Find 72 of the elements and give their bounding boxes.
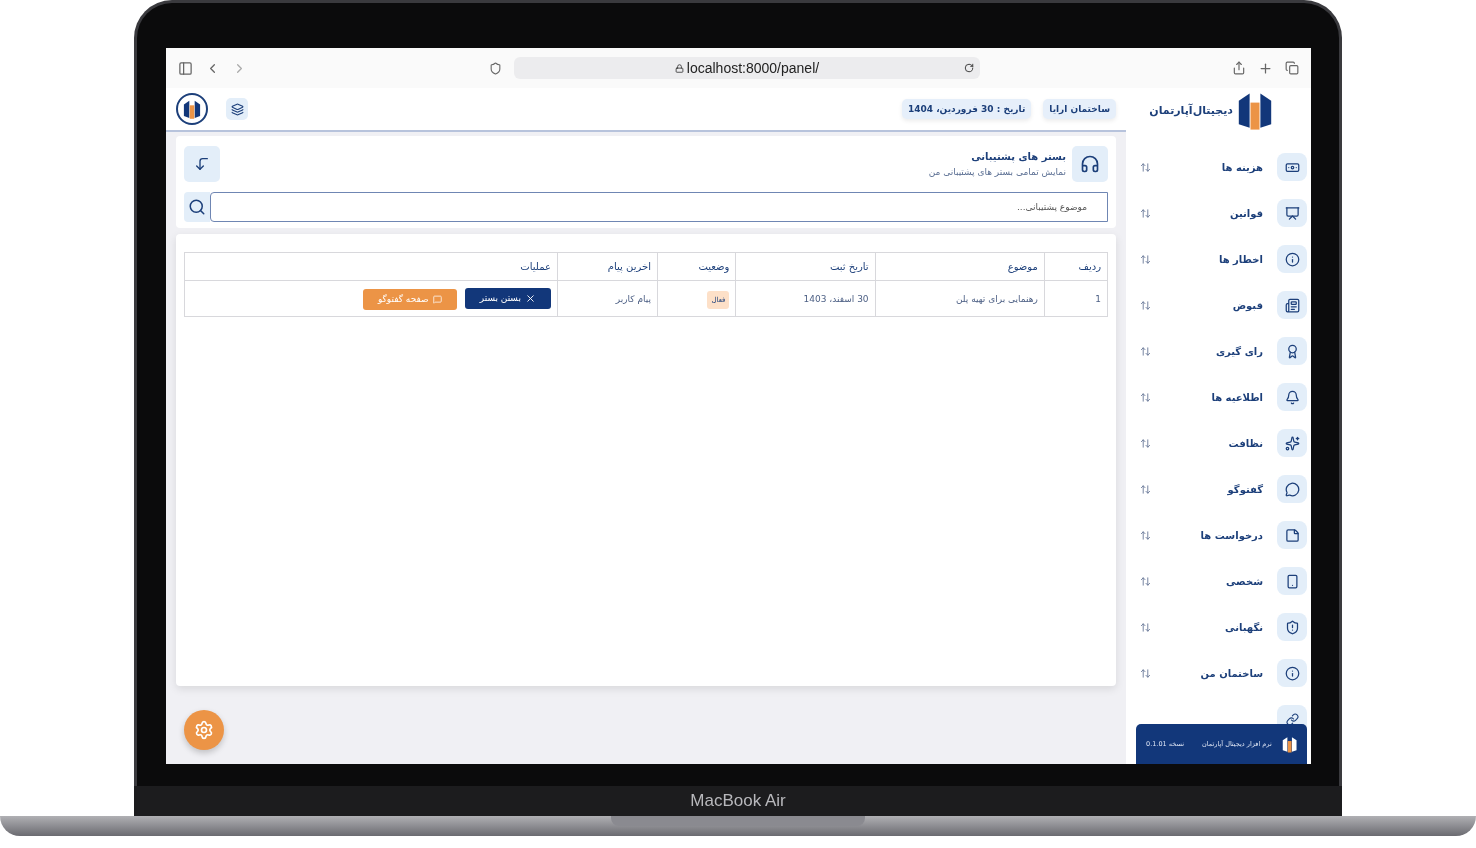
chat-bubble-icon: [432, 294, 442, 304]
headphones-icon: [1072, 146, 1108, 182]
note-icon: [1277, 521, 1307, 549]
sort-arrows-icon: [1140, 207, 1151, 219]
sidebar-item[interactable]: شخصی: [1126, 558, 1311, 604]
return-arrow-icon: [194, 156, 210, 172]
table-cell: 30 اسفند، 1403: [735, 280, 876, 317]
sort-arrows-icon: [1140, 299, 1151, 311]
back-button[interactable]: [184, 146, 220, 182]
column-header: تاریخ ثبت: [735, 252, 876, 281]
brand-name: دیجیتال‌آپارتمان: [1149, 103, 1233, 117]
date-chip: تاریخ : 30 فروردین، 1404: [901, 99, 1032, 119]
sidebar-item[interactable]: اخطار ها: [1126, 236, 1311, 282]
layers-icon[interactable]: [226, 98, 248, 120]
sort-arrows-icon: [1140, 391, 1151, 403]
sidebar-item[interactable]: هزینه ها: [1126, 144, 1311, 190]
sort-arrows-icon: [1140, 575, 1151, 587]
close-icon: [524, 292, 536, 304]
profile-logo[interactable]: [176, 93, 208, 125]
sort-arrows-icon: [1140, 437, 1151, 449]
banknote-icon: [1277, 153, 1307, 181]
column-header: عملیات: [184, 252, 558, 281]
info-icon: [1277, 659, 1307, 687]
address-bar[interactable]: localhost:8000/panel/: [514, 57, 980, 79]
page-title: بستر های پشتیبانی: [970, 151, 1066, 162]
reload-icon[interactable]: [964, 63, 974, 73]
sort-arrows-icon: [1140, 667, 1151, 679]
page-subtitle: نمایش تمامی بستر های پشتیبانی من: [927, 167, 1066, 177]
table-cell: پیام کاربر: [557, 280, 658, 317]
building-chip: ساختمان ارایا: [1043, 99, 1116, 119]
newspaper-icon: [1277, 291, 1307, 319]
sidebar-item[interactable]: ساختمان من: [1126, 650, 1311, 696]
column-header: ردیف: [1044, 252, 1108, 281]
lock-icon: [674, 63, 684, 73]
sidebar-item[interactable]: گفتوگو: [1126, 466, 1311, 512]
share-icon[interactable]: [1232, 61, 1246, 75]
sidebar-toggle-icon[interactable]: [178, 60, 193, 76]
settings-icon: [194, 720, 214, 740]
device-name: MacBook Air: [690, 791, 786, 811]
sort-arrows-icon: [1140, 529, 1151, 541]
phone-icon: [1277, 567, 1307, 595]
new-tab-icon[interactable]: [1258, 60, 1273, 76]
bell-icon: [1277, 383, 1307, 411]
sidebar-item[interactable]: قوانین: [1126, 190, 1311, 236]
info-icon: [1277, 245, 1307, 273]
sidebar-item[interactable]: قبوض: [1126, 282, 1311, 328]
sort-arrows-icon: [1140, 621, 1151, 633]
table-cell: رهنمایی برای تهیه پلن: [875, 280, 1045, 317]
shield-icon: [489, 61, 502, 75]
sidebar-item[interactable]: نگهبانی: [1126, 604, 1311, 650]
column-header: اخرین پیام: [557, 252, 658, 281]
sort-arrows-icon: [1140, 253, 1151, 265]
sort-arrows-icon: [1140, 345, 1151, 357]
sparkles-icon: [1277, 429, 1307, 457]
tabs-icon[interactable]: [1285, 61, 1299, 75]
table-cell: 1: [1044, 280, 1108, 317]
board-icon: [1277, 199, 1307, 227]
close-button[interactable]: بستن بستر: [464, 287, 551, 309]
award-icon: [1277, 337, 1307, 365]
sort-arrows-icon: [1140, 483, 1151, 495]
sort-arrows-icon: [1140, 161, 1151, 173]
column-header: وضعیت: [657, 252, 736, 281]
shield-icon: [1277, 613, 1307, 641]
chat-bubble-icon: [1277, 475, 1307, 503]
search-field[interactable]: موضوع پشتیبانی...: [210, 192, 1108, 222]
sidebar-item[interactable]: اطلاعیه ها: [1126, 374, 1311, 420]
sidebar-item[interactable]: رای گیری: [1126, 328, 1311, 374]
sidebar-item[interactable]: نظافت: [1126, 420, 1311, 466]
sidebar-item[interactable]: درخواست ها: [1126, 512, 1311, 558]
search-icon[interactable]: [184, 192, 210, 222]
column-header: موضوع: [875, 252, 1045, 281]
building-logo-icon: [183, 99, 201, 119]
